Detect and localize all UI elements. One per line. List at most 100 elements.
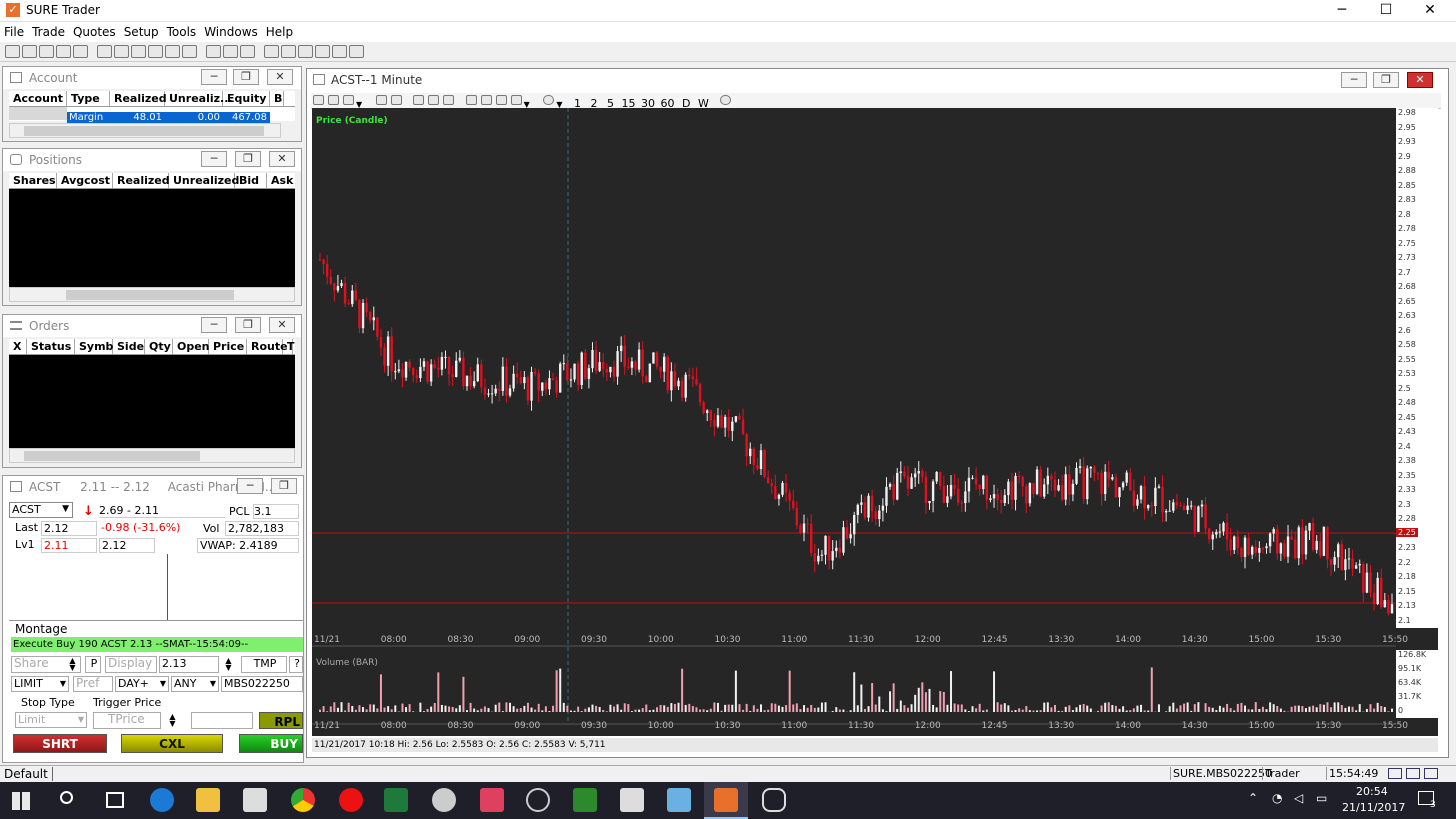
minimize-panel-button[interactable]: ─ <box>237 478 263 494</box>
col-side[interactable]: Side <box>113 339 145 354</box>
tray-chevron-icon[interactable]: ⌃ <box>1248 791 1258 805</box>
col-route[interactable]: Route <box>247 339 288 354</box>
close-chart-button[interactable]: ✕ <box>1407 72 1433 88</box>
watchlist-icon[interactable] <box>165 45 180 58</box>
col-shares[interactable]: Shares <box>9 173 57 188</box>
rpl-button[interactable]: RPL <box>259 712 303 729</box>
montage-tool-icon[interactable] <box>56 45 71 58</box>
route-select[interactable]: ANY ▼ <box>171 676 219 692</box>
menu-setup[interactable]: Setup <box>124 25 159 39</box>
hand-icon[interactable] <box>480 95 492 105</box>
help-button[interactable]: ? <box>289 656 303 673</box>
volume-icon[interactable]: ◁ <box>1294 791 1303 805</box>
positions-tool-icon[interactable] <box>22 45 37 58</box>
keyboard-icon[interactable] <box>281 45 296 58</box>
clock-time[interactable]: 20:54 <box>1356 785 1388 798</box>
order-type-select[interactable]: LIMIT ▼ <box>11 676 69 692</box>
zoom-out-icon[interactable] <box>428 95 440 105</box>
snipping-tool-icon[interactable] <box>480 788 504 812</box>
style-tool-icon[interactable] <box>343 95 354 105</box>
buy-button[interactable]: BUY <box>239 734 303 753</box>
close-panel-button[interactable]: ✕ <box>269 317 295 333</box>
news-icon[interactable] <box>148 45 163 58</box>
alerts-icon[interactable] <box>131 45 146 58</box>
gear-icon[interactable] <box>264 45 279 58</box>
account-id-field[interactable]: MBS022250 <box>221 676 303 692</box>
store-icon[interactable] <box>243 788 267 812</box>
time-sales-icon[interactable] <box>73 45 88 58</box>
clock-icon[interactable] <box>543 95 555 105</box>
menu-file[interactable]: File <box>4 25 24 39</box>
menu-tools[interactable]: Tools <box>167 25 197 39</box>
lines-icon[interactable] <box>375 95 387 105</box>
col-avgcost[interactable]: Avgcost <box>57 173 113 188</box>
twitter-icon[interactable] <box>349 45 364 58</box>
minimize-panel-button[interactable]: ─ <box>201 151 227 167</box>
price-input[interactable]: 2.13 <box>159 656 219 673</box>
close-panel-button[interactable]: ✕ <box>267 69 293 85</box>
opera-icon[interactable] <box>339 788 363 812</box>
chart-svg[interactable]: 11/21 11/21 08:00 08:00 08:30 08:30 09:00 09:00… <box>312 108 1438 736</box>
language-icon[interactable]: ▭ <box>1316 791 1327 805</box>
col-unrealized[interactable]: Unrealiz... <box>165 91 233 106</box>
minimize-panel-button[interactable]: ─ <box>201 317 227 333</box>
col-qty[interactable]: Qty <box>145 339 173 354</box>
tprice-stepper[interactable]: ▲ ▼ <box>165 713 180 728</box>
extra-input[interactable] <box>191 712 253 729</box>
layout-tab[interactable]: Default <box>4 767 53 781</box>
menu-quotes[interactable]: Quotes <box>73 25 116 39</box>
pause-icon[interactable] <box>390 95 402 105</box>
chart-tool-icon[interactable] <box>97 45 112 58</box>
media-player-icon[interactable] <box>526 788 550 812</box>
chart-canvas[interactable]: 11/21 11/21 08:00 08:00 08:30 08:30 09:00 09:00… <box>312 108 1438 752</box>
layout-icon[interactable] <box>223 45 238 58</box>
short-button[interactable]: SHRT <box>13 734 107 753</box>
minimize-button[interactable]: ─ <box>1320 0 1364 22</box>
mail-icon[interactable] <box>1388 768 1402 779</box>
col-symb[interactable]: Symb <box>75 339 113 354</box>
account-hscroll[interactable] <box>9 123 281 138</box>
col-realized[interactable]: Realized <box>113 173 170 188</box>
close-panel-button[interactable]: ✕ <box>269 151 295 167</box>
restore-panel-button[interactable]: ❐ <box>271 478 297 494</box>
lock-icon[interactable] <box>206 45 221 58</box>
excel-icon[interactable] <box>384 788 408 812</box>
notes-icon[interactable] <box>667 788 691 812</box>
price-stepper[interactable]: ▲ ▼ <box>221 657 236 672</box>
web-icon[interactable] <box>332 45 347 58</box>
clock-date[interactable]: 21/11/2017 <box>1342 801 1405 814</box>
draw-tool-icon[interactable] <box>313 95 324 105</box>
menu-help[interactable]: Help <box>266 25 293 39</box>
tif-select[interactable]: DAY+ ▼ <box>115 676 169 692</box>
network-icon[interactable]: ◔ <box>1272 791 1282 805</box>
paint-icon[interactable] <box>432 788 456 812</box>
col-t[interactable]: T <box>283 339 295 354</box>
mail-icon[interactable] <box>240 45 255 58</box>
close-button[interactable]: ✕ <box>1408 0 1452 22</box>
search-icon[interactable] <box>60 791 73 804</box>
col-open[interactable]: Open <box>173 339 210 354</box>
orders-tool-icon[interactable] <box>39 45 54 58</box>
crosshair-icon[interactable] <box>495 95 507 105</box>
file-explorer-icon[interactable] <box>196 788 220 812</box>
headset-app-icon[interactable] <box>762 788 786 812</box>
task-view-icon[interactable] <box>106 792 124 808</box>
col-x[interactable]: X <box>9 339 27 354</box>
menu-trade[interactable]: Trade <box>32 25 65 39</box>
p-button[interactable]: P <box>85 656 101 673</box>
minimize-chart-button[interactable]: ─ <box>1341 72 1367 88</box>
minimize-panel-button[interactable]: ─ <box>201 69 227 85</box>
restore-panel-button[interactable]: ❐ <box>233 69 259 85</box>
settings-icon[interactable] <box>1424 768 1438 779</box>
orders-hscroll[interactable] <box>9 448 295 463</box>
col-realized[interactable]: Realized <box>110 91 167 106</box>
edge-icon[interactable] <box>150 788 174 812</box>
restore-chart-button[interactable]: ❐ <box>1373 72 1399 88</box>
restore-panel-button[interactable]: ❐ <box>235 317 261 333</box>
tprice-input[interactable]: TPrice <box>93 712 161 729</box>
clock-icon[interactable] <box>298 45 313 58</box>
positions-hscroll[interactable] <box>9 287 295 302</box>
col-equity[interactable]: Equity <box>223 91 270 106</box>
account-tool-icon[interactable] <box>5 45 20 58</box>
close-circle-icon[interactable] <box>720 95 732 105</box>
